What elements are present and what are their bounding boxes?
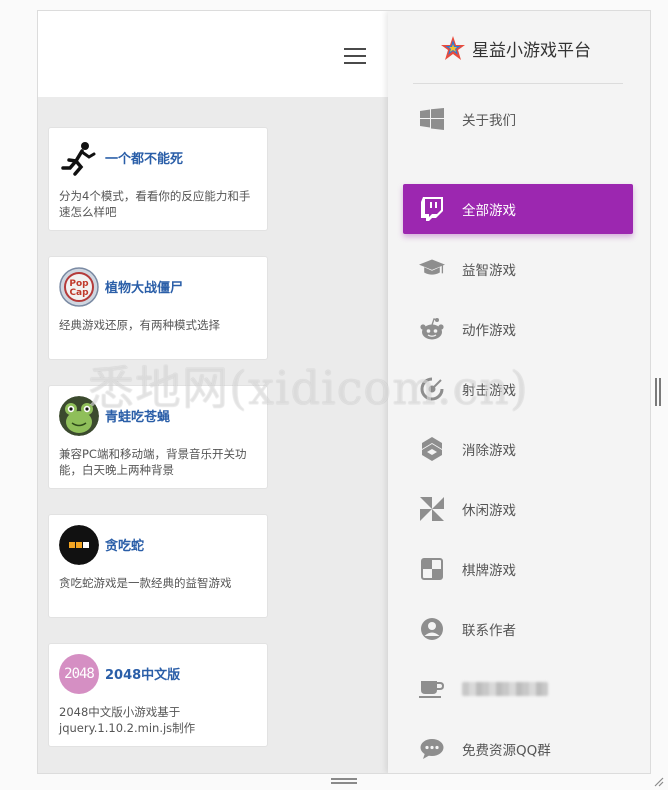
sidebar-item-label: 关于我们 xyxy=(462,113,516,129)
game-card-yigedoubunengsi[interactable]: 一个都不能死 分为4个模式，看看你的反应能力和手速怎么样吧 xyxy=(48,127,268,231)
game-title[interactable]: 青蛙吃苍蝇 xyxy=(105,406,170,425)
resize-handle-bottom[interactable] xyxy=(331,778,357,784)
windows-icon xyxy=(419,106,445,132)
chat-bubble-icon xyxy=(419,736,445,762)
sidebar-item-label: 全部游戏 xyxy=(462,203,516,219)
game-card-zhiwudazhanjiangshi[interactable]: Pop Cap 植物大战僵尸 经典游戏还原，有两种模式选择 xyxy=(48,256,268,360)
browser-frame: 一个都不能死 分为4个模式，看看你的反应能力和手速怎么样吧 Pop Cap 植物… xyxy=(37,10,651,774)
sidebar-item-label: 射击游戏 xyxy=(462,383,516,399)
game-title[interactable]: 植物大战僵尸 xyxy=(105,277,183,296)
sidebar-item-label: 消除游戏 xyxy=(462,443,516,459)
sidebar-item-action[interactable]: 动作游戏 xyxy=(403,304,633,354)
popcap-logo-icon: Pop Cap xyxy=(59,267,99,307)
user-circle-icon xyxy=(419,616,445,642)
sidebar-item-puzzle[interactable]: 益智游戏 xyxy=(403,244,633,294)
sidebar-item-coffee[interactable] xyxy=(403,664,633,714)
sidebar-item-all-games[interactable]: 全部游戏 xyxy=(403,184,633,234)
game-title[interactable]: 一个都不能死 xyxy=(105,148,183,167)
frog-icon xyxy=(59,396,99,436)
sidebar-item-label: 棋牌游戏 xyxy=(462,563,516,579)
sidebar-item-label: 休闲游戏 xyxy=(462,503,516,519)
pinwheel-icon xyxy=(419,496,445,522)
running-stickman-icon xyxy=(59,138,99,178)
sidebar-item-label: 免费资源QQ群 xyxy=(462,743,551,759)
sidebar-item-elimination[interactable]: 消除游戏 xyxy=(403,424,633,474)
graduation-cap-icon xyxy=(419,256,445,282)
game-card-qingwachicangying[interactable]: 青蛙吃苍蝇 兼容PC端和移动端，背景音乐开关功能，白天晚上两种背景 xyxy=(48,385,268,489)
board-squares-icon xyxy=(419,556,445,582)
game-description: 2048中文版小游戏基于jquery.1.10.2.min.js制作 xyxy=(59,705,196,735)
snake-icon xyxy=(59,525,99,565)
crosshair-icon xyxy=(419,376,445,402)
divider xyxy=(413,83,623,84)
hamburger-menu-icon[interactable] xyxy=(344,48,366,64)
sidebar-item-label: 益智游戏 xyxy=(462,263,516,279)
sidebar-item-label: 动作游戏 xyxy=(462,323,516,339)
twitch-icon xyxy=(419,196,445,222)
game-description: 分为4个模式，看看你的反应能力和手速怎么样吧 xyxy=(59,189,251,219)
top-bar xyxy=(38,11,388,97)
game-title[interactable]: 贪吃蛇 xyxy=(105,535,144,554)
sidebar-item-contact[interactable]: 联系作者 xyxy=(403,604,633,654)
game-description: 兼容PC端和移动端，背景音乐开关功能，白天晚上两种背景 xyxy=(59,447,247,477)
badge-text: 2048 xyxy=(64,666,95,682)
blurred-label xyxy=(462,682,548,696)
game-description: 贪吃蛇游戏是一款经典的益智游戏 xyxy=(59,576,232,590)
sidebar-item-qq-group[interactable]: 免费资源QQ群 xyxy=(403,724,633,773)
resize-grip-icon[interactable] xyxy=(652,775,664,787)
reddit-alien-icon xyxy=(419,316,445,342)
game-title[interactable]: 2048中文版 xyxy=(105,664,180,683)
svg-text:Cap: Cap xyxy=(69,288,89,298)
sidebar-item-shooting[interactable]: 射击游戏 xyxy=(403,364,633,414)
resize-handle-right[interactable] xyxy=(655,378,661,406)
sidebar-item-board[interactable]: 棋牌游戏 xyxy=(403,544,633,594)
sidebar-item-casual[interactable]: 休闲游戏 xyxy=(403,484,633,534)
game-card-2048[interactable]: 2048 2048中文版 2048中文版小游戏基于jquery.1.10.2.m… xyxy=(48,643,268,747)
brand-name: 星益小游戏平台 xyxy=(472,40,591,61)
star-logo-icon xyxy=(441,36,465,60)
hexagon-blocks-icon xyxy=(419,436,445,462)
2048-badge-icon: 2048 xyxy=(59,654,99,694)
sidebar: 星益小游戏平台 关于我们 全部游戏 益智游戏 动作游戏 射击游戏 消除游戏 休闲… xyxy=(388,11,650,773)
sidebar-item-about[interactable]: 关于我们 xyxy=(403,94,633,144)
game-card-tanchishe[interactable]: 贪吃蛇 贪吃蛇游戏是一款经典的益智游戏 xyxy=(48,514,268,618)
sidebar-item-label: 联系作者 xyxy=(462,623,516,639)
coffee-cup-icon xyxy=(419,676,445,702)
game-description: 经典游戏还原，有两种模式选择 xyxy=(59,318,220,332)
brand[interactable]: 星益小游戏平台 xyxy=(440,33,591,63)
